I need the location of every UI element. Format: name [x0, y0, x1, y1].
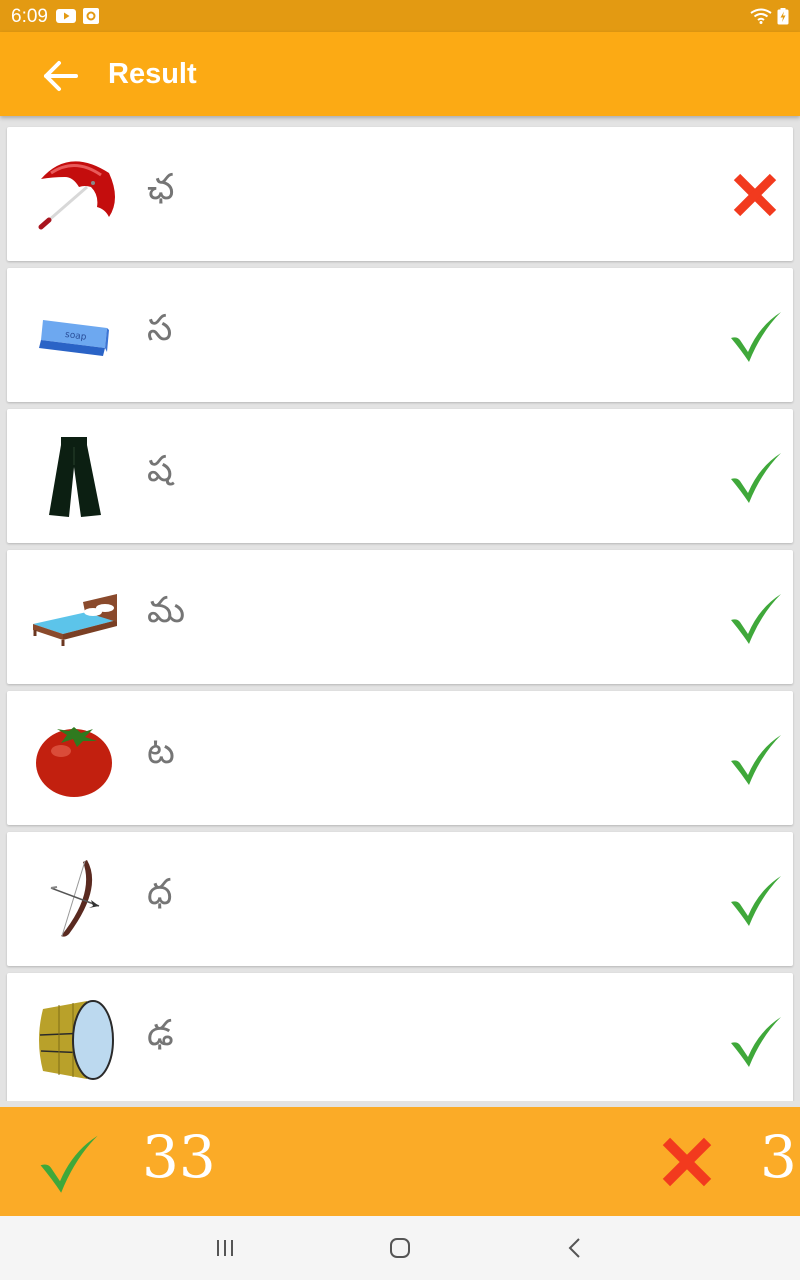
arrow-back-icon: [44, 61, 78, 91]
bow-and-arrow-image: [50, 860, 100, 937]
result-row: ధ: [7, 832, 793, 966]
pants-image: [49, 437, 101, 517]
soap-image: soap: [39, 320, 109, 356]
result-row: ఢ: [7, 973, 793, 1101]
app-notification-icon: [83, 8, 99, 24]
letter-label: ఛ: [147, 167, 175, 208]
home-icon[interactable]: [384, 1232, 416, 1264]
result-row: soap స: [7, 268, 793, 402]
letter-label: స: [147, 308, 173, 349]
result-row: మ: [7, 550, 793, 684]
app-bar: Result: [0, 32, 800, 116]
umbrella-image: [38, 161, 115, 230]
correct-count: 33: [142, 1123, 216, 1191]
check-icon: [731, 594, 781, 644]
page-title: Result: [108, 58, 197, 90]
check-icon: [731, 1017, 781, 1067]
back-button[interactable]: [36, 52, 84, 100]
result-row: ష: [7, 409, 793, 543]
result-row: ఛ: [7, 127, 793, 261]
youtube-icon: [56, 9, 76, 23]
back-nav-icon[interactable]: [559, 1232, 591, 1264]
wifi-icon: [750, 8, 772, 24]
letter-label: ష: [147, 449, 173, 490]
drum-image: [39, 1000, 114, 1080]
results-list[interactable]: ఛ soap స ష మ ట ధ ఢ: [0, 116, 800, 1101]
check-icon: [731, 312, 781, 362]
letter-label: ఢ: [147, 1013, 174, 1054]
summary-bar: 33 3: [0, 1107, 800, 1216]
check-icon: [731, 876, 781, 926]
letter-label: మ: [147, 590, 186, 631]
status-time: 6:09: [11, 6, 48, 27]
bed-image: [33, 594, 117, 646]
recent-apps-icon[interactable]: [209, 1232, 241, 1264]
wrong-count: 3: [760, 1123, 797, 1191]
system-nav-bar: [0, 1216, 800, 1280]
battery-charging-icon: [777, 8, 789, 25]
check-icon: [731, 453, 781, 503]
correct-count-check-icon: [40, 1135, 98, 1193]
result-row: ట: [7, 691, 793, 825]
check-icon: [731, 735, 781, 785]
wrong-count-cross-icon: [662, 1137, 712, 1187]
letter-label: ట: [147, 731, 175, 772]
letter-label: ధ: [147, 872, 173, 913]
status-bar: 6:09: [0, 0, 800, 32]
tomato-image: [36, 727, 112, 797]
wrong-icon: [733, 173, 777, 217]
